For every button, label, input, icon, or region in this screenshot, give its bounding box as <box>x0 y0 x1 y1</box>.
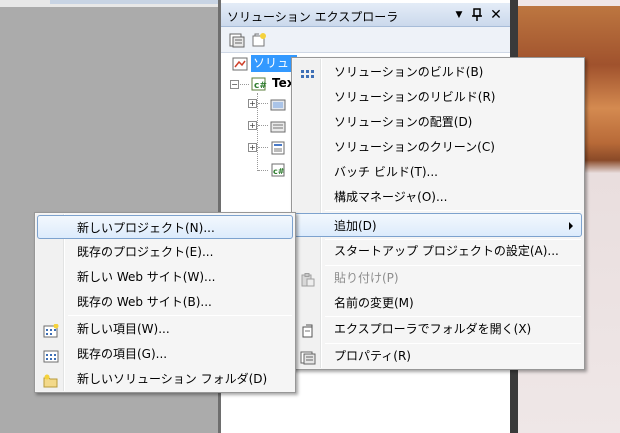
auto-hide-pin-icon[interactable] <box>470 8 484 22</box>
properties-folder-icon <box>270 97 286 111</box>
menu-item-clean-solution[interactable]: ソリューションのクリーン(C) <box>294 135 582 159</box>
existing-item-icon <box>43 347 59 363</box>
references-icon <box>270 119 286 133</box>
open-folder-explorer-icon <box>300 322 316 338</box>
menu-item-batch-build[interactable]: バッチ ビルド(T)... <box>294 160 582 184</box>
build-solution-icon <box>300 65 316 79</box>
menu-item-build-solution[interactable]: ソリューションのビルド(B) <box>294 60 582 84</box>
menu-item-properties[interactable]: プロパティ(R) <box>294 344 582 368</box>
csharp-file-icon: c# <box>270 163 286 177</box>
new-item-icon <box>43 322 59 338</box>
menu-separator <box>68 315 292 316</box>
paste-icon <box>300 271 316 287</box>
tab-strip-shadow <box>50 0 218 4</box>
properties-expand-toggle[interactable]: + <box>248 99 257 108</box>
submenu-item-new-item[interactable]: 新しい項目(W)... <box>37 317 293 341</box>
form-file-icon <box>270 141 286 155</box>
menu-item-rebuild-solution[interactable]: ソリューションのリビルド(R) <box>294 85 582 109</box>
menu-item-open-folder-in-explorer[interactable]: エクスプローラでフォルダを開く(X) <box>294 317 582 341</box>
svg-text:c#: c# <box>273 167 285 176</box>
submenu-item-existing-item[interactable]: 既存の項目(G)... <box>37 342 293 366</box>
show-all-files-icon[interactable] <box>251 32 267 48</box>
submenu-item-existing-project[interactable]: 既存のプロジェクト(E)... <box>37 240 293 264</box>
panel-toolbar <box>221 27 510 53</box>
submenu-item-existing-web-site[interactable]: 既存の Web サイト(B)... <box>37 290 293 314</box>
project-collapse-toggle[interactable]: − <box>230 80 239 89</box>
submenu-arrow-icon <box>569 222 573 230</box>
menu-separator <box>325 210 581 211</box>
menu-item-paste[interactable]: 貼り付け(P) <box>294 266 582 290</box>
submenu-item-new-project[interactable]: 新しいプロジェクト(N)... <box>37 215 293 239</box>
form-expand-toggle[interactable]: + <box>248 143 257 152</box>
window-position-icon[interactable]: ▼ <box>452 8 466 22</box>
new-solution-folder-icon <box>43 372 59 388</box>
close-icon[interactable]: ✕ <box>489 8 503 22</box>
csharp-project-icon: c# <box>251 77 267 91</box>
add-submenu: 新しいプロジェクト(N)... 既存のプロジェクト(E)... 新しい Web … <box>34 212 296 393</box>
menu-item-set-startup-project[interactable]: スタートアップ プロジェクトの設定(A)... <box>294 239 582 263</box>
solution-context-menu: ソリューションのビルド(B) ソリューションのリビルド(R) ソリューションの配… <box>291 57 585 370</box>
menu-item-deploy-solution[interactable]: ソリューションの配置(D) <box>294 110 582 134</box>
desktop-top-bar <box>518 0 620 6</box>
solution-icon <box>232 57 248 71</box>
properties-icon <box>300 349 316 365</box>
submenu-item-new-solution-folder[interactable]: 新しいソリューション フォルダ(D) <box>37 367 293 391</box>
panel-title-bar: ソリューション エクスプローラ ▼ ✕ <box>221 3 510 27</box>
menu-item-configuration-manager[interactable]: 構成マネージャ(O)... <box>294 185 582 209</box>
menu-item-add[interactable]: 追加(D) <box>294 213 582 237</box>
submenu-item-new-web-site[interactable]: 新しい Web サイト(W)... <box>37 265 293 289</box>
menu-item-rename[interactable]: 名前の変更(M) <box>294 291 582 315</box>
references-expand-toggle[interactable]: + <box>248 121 257 130</box>
panel-title: ソリューション エクスプローラ <box>227 10 399 24</box>
svg-text:c#: c# <box>254 81 267 91</box>
properties-toolbar-icon[interactable] <box>229 32 245 48</box>
